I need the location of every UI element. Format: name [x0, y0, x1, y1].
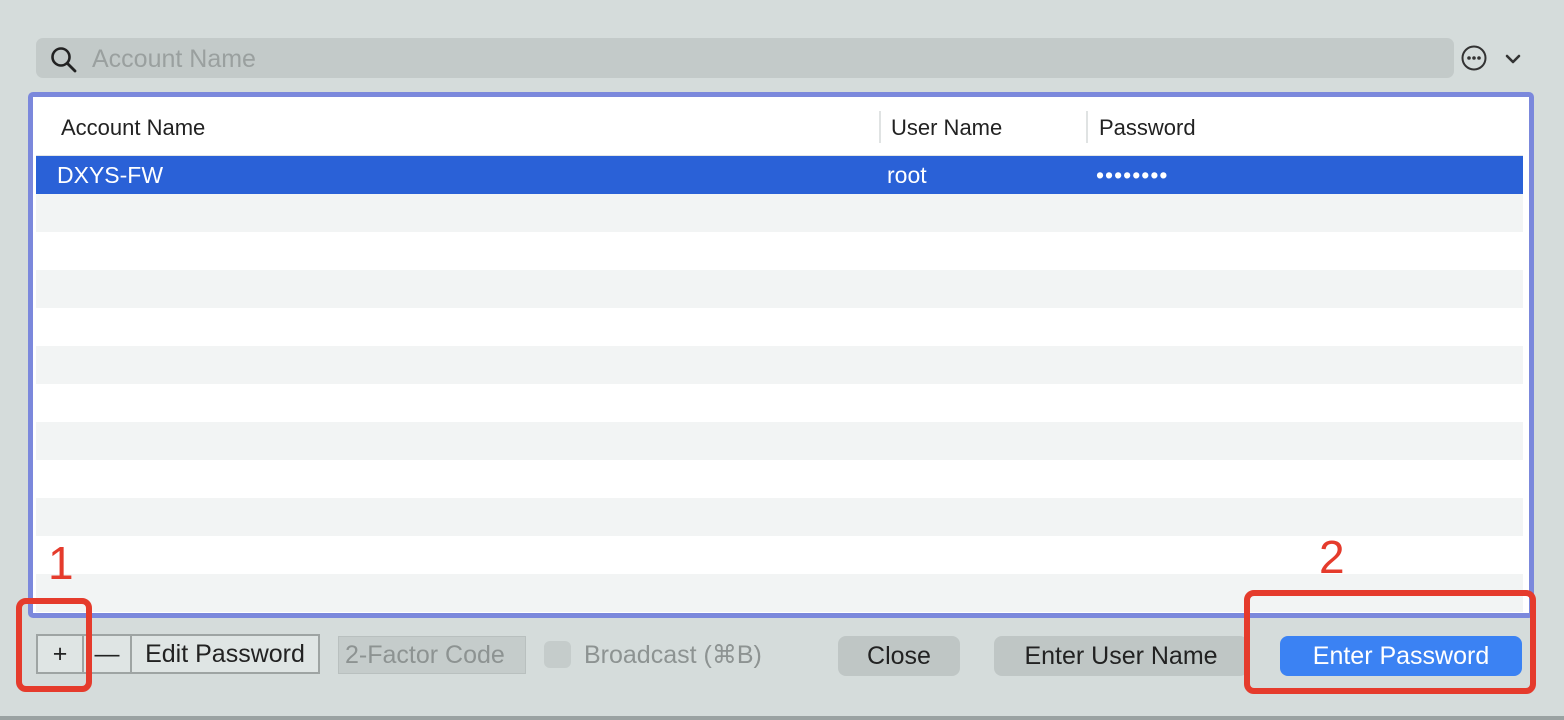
empty-row	[36, 194, 1523, 232]
column-divider[interactable]	[1086, 111, 1088, 143]
table-body: DXYS-FW root ••••••••	[36, 156, 1523, 612]
search-input[interactable]	[90, 42, 1434, 76]
column-header-user-name[interactable]: User Name	[891, 115, 1002, 141]
empty-row	[36, 346, 1523, 384]
annotation-number-1: 1	[48, 537, 74, 589]
empty-row	[36, 384, 1523, 422]
column-divider[interactable]	[879, 111, 881, 143]
column-header-password[interactable]: Password	[1099, 115, 1196, 141]
table-row[interactable]: DXYS-FW root ••••••••	[36, 156, 1523, 194]
password-cell: ••••••••	[1096, 162, 1169, 188]
accounts-table: Account Name User Name Password DXYS-FW …	[28, 92, 1534, 618]
annotation-number-2: 2	[1319, 531, 1345, 583]
empty-row	[36, 270, 1523, 308]
column-header-account-name[interactable]: Account Name	[61, 115, 205, 141]
search-icon	[51, 47, 77, 73]
empty-row	[36, 422, 1523, 460]
search-bar[interactable]	[36, 38, 1454, 78]
close-button[interactable]: Close	[838, 636, 960, 676]
broadcast-label: Broadcast (⌘B)	[584, 641, 762, 669]
more-options-icon[interactable]	[1460, 44, 1488, 72]
chevron-down-icon[interactable]	[1502, 48, 1524, 70]
empty-row	[36, 498, 1523, 536]
empty-row	[36, 232, 1523, 270]
empty-row	[36, 308, 1523, 346]
account-name-cell: DXYS-FW	[57, 162, 164, 188]
two-factor-code-field[interactable]: 2-Factor Code	[338, 636, 526, 674]
password-manager-window: Account Name User Name Password DXYS-FW …	[0, 0, 1564, 720]
table-header: Account Name User Name Password	[36, 97, 1523, 157]
empty-row	[36, 536, 1523, 574]
broadcast-checkbox[interactable]	[544, 641, 571, 668]
edit-password-button[interactable]: Edit Password	[130, 634, 320, 674]
annotation-box-2	[1244, 590, 1536, 694]
annotation-box-1	[16, 598, 92, 692]
empty-row	[36, 460, 1523, 498]
enter-user-name-button[interactable]: Enter User Name	[994, 636, 1248, 676]
user-name-cell: root	[887, 162, 927, 188]
